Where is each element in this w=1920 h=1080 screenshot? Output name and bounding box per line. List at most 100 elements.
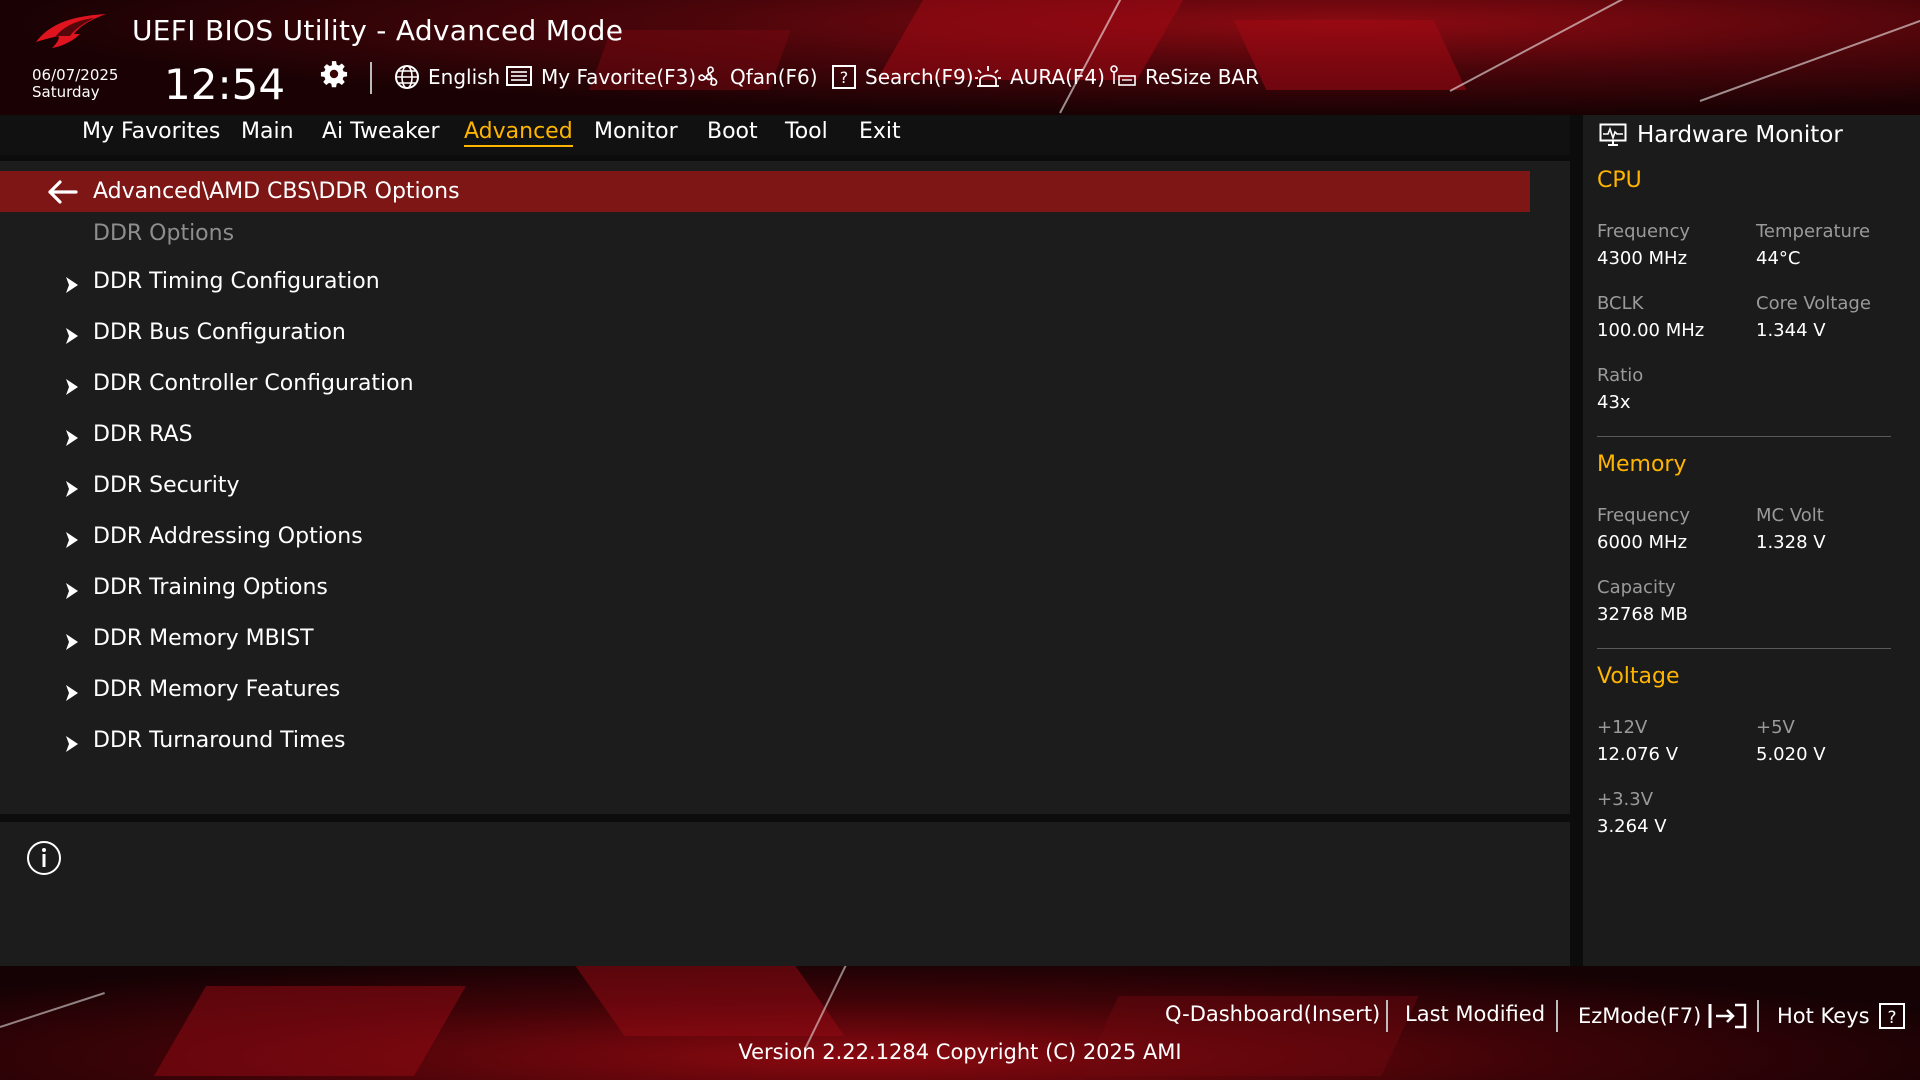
tab-main[interactable]: Main [241, 119, 294, 144]
app-title: UEFI BIOS Utility - Advanced Mode [132, 14, 624, 47]
search-button[interactable]: ? Search(F9) [831, 62, 974, 92]
date-text: 06/07/2025 [32, 66, 119, 84]
cpu-temperature-value: 44°C [1756, 248, 1801, 269]
my-favorite-label: My Favorite(F3) [541, 65, 697, 89]
qfan-button[interactable]: Qfan(F6) [696, 62, 818, 92]
chevron-right-icon [66, 685, 78, 701]
language-selector[interactable]: English [394, 62, 500, 92]
header-band: UEFI BIOS Utility - Advanced Mode 06/07/… [0, 0, 1920, 115]
memory-frequency-value: 6000 MHz [1597, 532, 1688, 553]
menu-item-ddr-bus-configuration[interactable]: DDR Bus Configuration [0, 312, 1530, 363]
menu-item-ddr-ras[interactable]: DDR RAS [0, 414, 1530, 465]
tab-exit[interactable]: Exit [859, 119, 901, 144]
tab-advanced[interactable]: Advanced [464, 119, 573, 147]
menu-item-ddr-turnaround-times[interactable]: DDR Turnaround Times [0, 720, 1530, 771]
search-label: Search(F9) [865, 65, 974, 89]
capacity-value: 32768 MB [1597, 604, 1688, 625]
bclk-value: 100.00 MHz [1597, 320, 1705, 341]
cpu-heading: CPU [1597, 168, 1642, 193]
decor-streak [1449, 0, 1716, 92]
menu-item-ddr-controller-configuration[interactable]: DDR Controller Configuration [0, 363, 1530, 414]
resize-bar-button[interactable]: ReSize BAR [1109, 62, 1259, 92]
language-label: English [428, 65, 501, 89]
breadcrumb-path: Advanced\AMD CBS\DDR Options [93, 179, 460, 204]
globe-icon [395, 65, 419, 89]
footer-divider [1556, 1000, 1558, 1032]
last-modified-button[interactable]: Last Modified [1405, 1002, 1545, 1026]
menu-item-label: DDR Memory Features [93, 677, 341, 702]
menu-item-ddr-memory-features[interactable]: DDR Memory Features [0, 669, 1530, 720]
bios-screen: UEFI BIOS Utility - Advanced Mode 06/07/… [0, 0, 1920, 1080]
chevron-right-icon [66, 481, 78, 497]
help-info-panel [0, 822, 1570, 966]
ratio-label: Ratio [1597, 365, 1644, 386]
tab-ai-tweaker[interactable]: Ai Tweaker [322, 119, 440, 144]
decor-streak [0, 992, 105, 1028]
footer-divider [1386, 1000, 1388, 1032]
breadcrumb[interactable]: Advanced\AMD CBS\DDR Options [0, 171, 1530, 212]
mc-volt-value: 1.328 V [1756, 532, 1826, 553]
menu-item-ddr-timing-configuration[interactable]: DDR Timing Configuration [0, 261, 1530, 312]
menu-item-label: DDR Addressing Options [93, 524, 363, 549]
gear-icon[interactable] [320, 60, 348, 88]
chevron-right-icon [66, 328, 78, 344]
menu-item-label: DDR Security [93, 473, 240, 498]
ezmode-exit-icon [1708, 1003, 1747, 1029]
menu-item-ddr-security[interactable]: DDR Security [0, 465, 1530, 516]
menu-item-ddr-memory-mbist[interactable]: DDR Memory MBIST [0, 618, 1530, 669]
v12-label: +12V [1597, 717, 1648, 738]
core-voltage-label: Core Voltage [1756, 293, 1871, 314]
back-arrow-icon[interactable] [46, 179, 78, 205]
tab-monitor[interactable]: Monitor [594, 119, 678, 144]
date-display: 06/07/2025 Saturday [32, 67, 118, 101]
fan-icon [698, 66, 718, 86]
v33-label: +3.3V [1597, 789, 1654, 810]
v12-value: 12.076 V [1597, 744, 1679, 765]
aura-icon [975, 66, 1001, 87]
aura-label: AURA(F4) [1010, 65, 1105, 89]
capacity-label: Capacity [1597, 577, 1676, 598]
memory-frequency-label: Frequency [1597, 505, 1690, 526]
hot-keys-label: Hot Keys [1777, 1004, 1870, 1028]
core-voltage-value: 1.344 V [1756, 320, 1826, 341]
v33-value: 3.264 V [1597, 816, 1667, 837]
decor-shard [575, 966, 845, 1036]
info-icon [27, 841, 61, 875]
chevron-right-icon [66, 379, 78, 395]
svg-text:?: ? [1887, 1008, 1896, 1028]
cpu-temperature-label: Temperature [1756, 221, 1871, 242]
tab-boot[interactable]: Boot [707, 119, 758, 144]
menu-item-label: DDR Controller Configuration [93, 371, 414, 396]
menu-item-ddr-addressing-options[interactable]: DDR Addressing Options [0, 516, 1530, 567]
ezmode-button[interactable]: EzMode(F7) [1578, 1002, 1747, 1030]
tab-tool[interactable]: Tool [785, 119, 828, 144]
bclk-label: BCLK [1597, 293, 1644, 314]
day-text: Saturday [32, 83, 100, 101]
resize-bar-icon [1110, 65, 1136, 86]
favorite-list-icon [506, 66, 532, 86]
my-favorite-button[interactable]: My Favorite(F3) [505, 62, 696, 92]
memory-heading: Memory [1597, 452, 1687, 477]
chevron-right-icon [66, 532, 78, 548]
cpu-frequency-label: Frequency [1597, 221, 1690, 242]
q-dashboard-button[interactable]: Q-Dashboard(Insert) [1165, 1002, 1380, 1026]
menu-item-ddr-training-options[interactable]: DDR Training Options [0, 567, 1530, 618]
decor-shard [1233, 20, 1467, 90]
menu-item-label: DDR Bus Configuration [93, 320, 346, 345]
monitor-icon [1599, 123, 1627, 146]
search-help-icon: ? [832, 65, 856, 89]
svg-text:?: ? [840, 68, 849, 87]
menu-item-label: DDR Timing Configuration [93, 269, 380, 294]
rog-logo [36, 14, 106, 48]
chevron-right-icon [66, 583, 78, 599]
section-divider [1597, 648, 1891, 649]
section-divider [1597, 436, 1891, 437]
tab-my-favorites[interactable]: My Favorites [82, 119, 220, 144]
chevron-right-icon [66, 736, 78, 752]
hot-keys-button[interactable]: Hot Keys ? [1777, 1002, 1906, 1030]
hardware-monitor-panel: Hardware Monitor CPU Frequency 4300 MHz … [1583, 115, 1920, 966]
decor-streak [1699, 11, 1920, 102]
aura-button[interactable]: AURA(F4) [974, 62, 1105, 92]
footer-divider [1757, 1000, 1759, 1032]
voltage-heading: Voltage [1597, 664, 1680, 689]
